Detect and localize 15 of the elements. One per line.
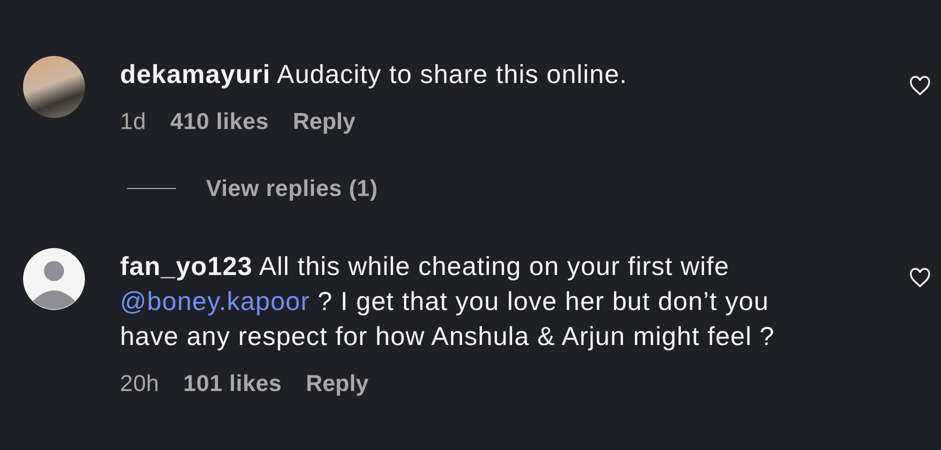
likes-count[interactable]: 101 likes (183, 370, 282, 396)
likes-count[interactable]: 410 likes (170, 108, 269, 135)
comment-time: 1d (120, 108, 146, 135)
heart-icon[interactable] (909, 76, 931, 96)
username-link[interactable]: fan_yo123 (120, 250, 253, 280)
reply-button[interactable]: Reply (292, 108, 356, 135)
mention-link[interactable]: @boney.kapoor (120, 286, 310, 316)
comment-time: 20h (120, 370, 160, 396)
comment-text: dekamayuri Audacity to share this online. (120, 58, 628, 91)
heart-icon[interactable] (909, 268, 931, 288)
comment-text: fan_yo123 All this while cheating on your first wife @boney.kapoor ? I get that you love her but don’t you have any respect for how Anshula & Arjun might feel ? (120, 250, 776, 352)
view-replies-button[interactable]: View replies (1) (206, 174, 378, 202)
reply-button[interactable]: Reply (306, 370, 369, 396)
avatar-silhouette-icon[interactable] (23, 248, 85, 310)
username-link[interactable]: dekamayuri (120, 59, 271, 89)
